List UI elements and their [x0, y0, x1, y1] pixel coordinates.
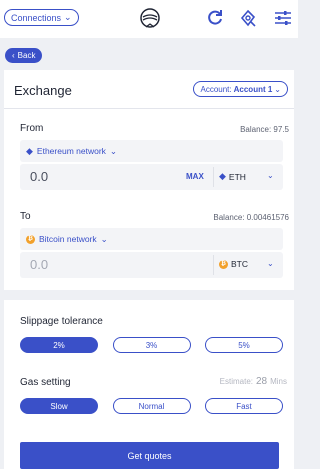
estimate-unit: Mins [270, 377, 287, 386]
from-token-selector[interactable]: ◆ ETH [219, 171, 246, 182]
from-amount-row: 0.0 MAX ◆ ETH ⌄ [20, 164, 283, 190]
ethereum-icon: ◆ [219, 171, 226, 181]
to-balance: Balance: 0.00461576 [213, 213, 289, 222]
to-token-selector[interactable]: ₿ BTC [219, 259, 248, 269]
to-network-selector[interactable]: ₿ Bitcoin network ⌄ [20, 228, 283, 250]
account-prefix: Account: [200, 84, 232, 94]
back-button[interactable]: ‹ Back [5, 48, 43, 63]
estimate-label: Estimate: [219, 377, 253, 386]
gas-option-slow[interactable]: Slow [20, 398, 98, 414]
from-token-label: ETH [228, 171, 246, 182]
ethereum-icon: ◆ [26, 145, 33, 156]
slippage-option-3[interactable]: 3% [112, 337, 191, 353]
gas-label: Gas setting [20, 377, 71, 388]
from-amount-input[interactable]: 0.0 [30, 169, 48, 184]
gas-option-fast[interactable]: Fast [205, 398, 283, 414]
exchange-card: Exchange Account: Account 1 ⌄ From Balan… [4, 70, 294, 290]
from-balance: Balance: 97.5 [240, 125, 289, 134]
from-network-label: Ethereum network [36, 146, 106, 156]
slippage-option-5[interactable]: 5% [205, 337, 283, 353]
connections-label: Connections [11, 12, 62, 23]
to-label: To [20, 211, 31, 222]
to-amount-row: 0.0 ₿ BTC ⌄ [20, 252, 283, 278]
slippage-label: Slippage tolerance [20, 316, 103, 327]
page-title: Exchange [14, 83, 72, 98]
gas-options: Slow Normal Fast [20, 398, 283, 414]
top-bar: Connections ⌄ [0, 0, 298, 38]
gas-estimate: Estimate: 28 Mins [220, 376, 287, 387]
bitcoin-icon: ₿ [26, 234, 35, 244]
chevron-down-icon: ⌄ [109, 145, 118, 156]
to-network-label: Bitcoin network [39, 234, 97, 244]
bitcoin-icon: ₿ [219, 259, 228, 269]
slippage-option-2[interactable]: 2% [20, 337, 98, 353]
logo-icon [140, 8, 160, 28]
divider [213, 167, 214, 187]
gas-icon[interactable] [239, 9, 257, 27]
to-token-label: BTC [231, 259, 248, 269]
get-quotes-button[interactable]: Get quotes [20, 442, 279, 469]
chevron-down-icon[interactable]: ⌄ [267, 171, 274, 180]
connections-button[interactable]: Connections ⌄ [4, 9, 79, 26]
back-label: Back [17, 51, 36, 60]
chevron-down-icon: ⌄ [274, 84, 281, 94]
max-button[interactable]: MAX [186, 172, 204, 181]
gas-option-normal[interactable]: Normal [112, 398, 191, 414]
chevron-down-icon: ⌄ [64, 12, 72, 22]
refresh-icon[interactable] [206, 9, 224, 27]
settings-icon[interactable] [274, 9, 292, 27]
account-selector[interactable]: Account: Account 1 ⌄ [193, 81, 288, 97]
divider [213, 255, 214, 275]
chevron-down-icon: ⌄ [100, 233, 108, 244]
from-label: From [20, 123, 44, 134]
slippage-options: 2% 3% 5% [20, 337, 283, 353]
divider [4, 108, 294, 109]
estimate-value: 28 [255, 376, 268, 387]
account-name: Account 1 [233, 84, 273, 94]
chevron-left-icon: ‹ [12, 51, 15, 60]
to-amount-field: 0.0 [30, 257, 49, 272]
chevron-down-icon[interactable]: ⌄ [267, 259, 274, 268]
from-network-selector[interactable]: ◆ Ethereum network ⌄ [20, 140, 283, 162]
